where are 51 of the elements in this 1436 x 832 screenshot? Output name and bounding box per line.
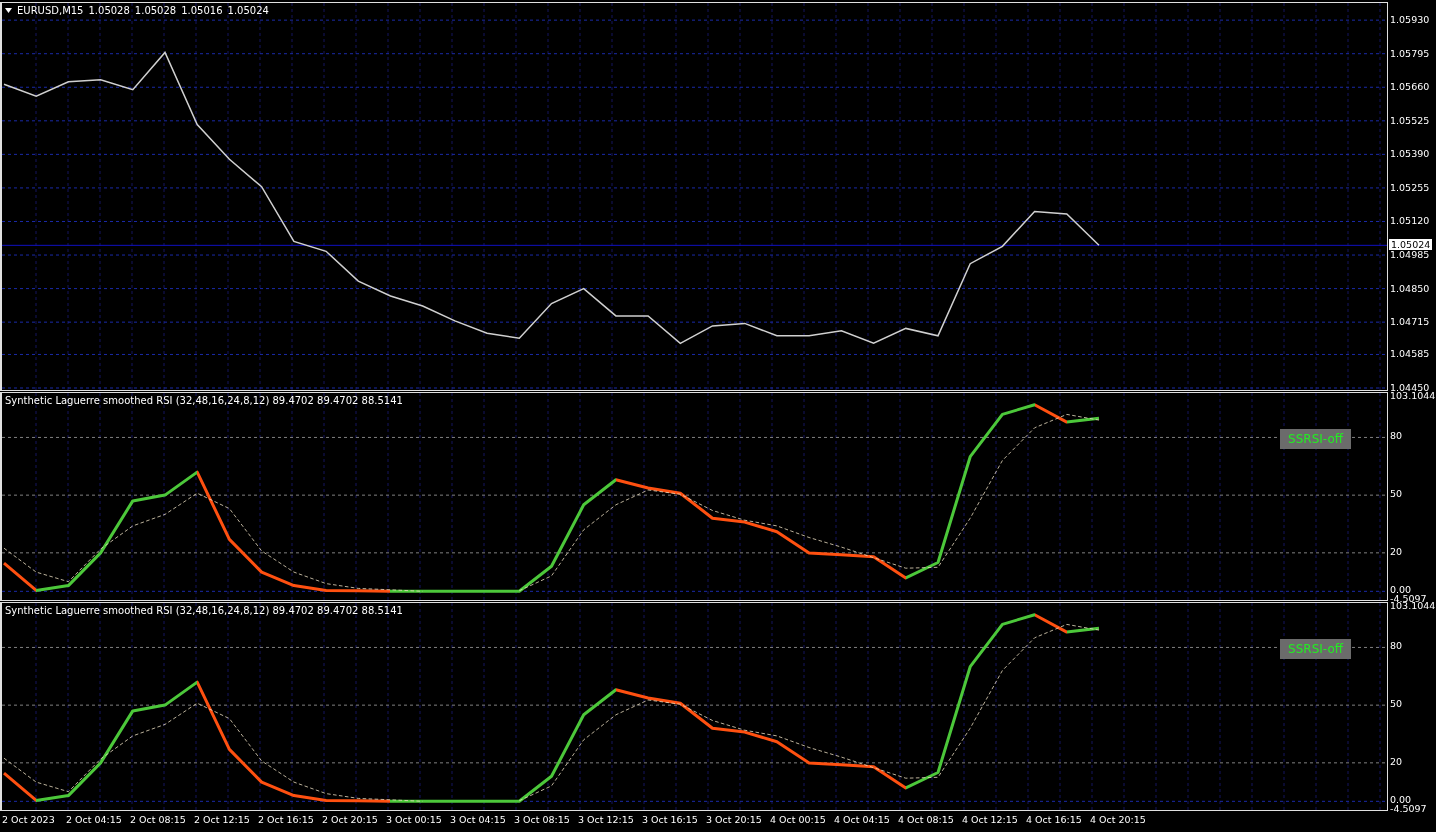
indicator-axis-label: 20 bbox=[1390, 756, 1403, 767]
indicator-axis-label: 0.00 bbox=[1390, 795, 1412, 806]
status-label: SSRSI-off bbox=[1280, 429, 1351, 449]
price-axis-label: 1.05120 bbox=[1390, 216, 1430, 227]
indicator-axis-label: -4.5097 bbox=[1390, 804, 1427, 814]
time-axis-label: 3 Oct 00:15 bbox=[386, 814, 442, 825]
indicator-title: Synthetic Laguerre smoothed RSI (32,48,16,24,8,12) 89.4702 89.4702 88.5141 bbox=[5, 395, 403, 406]
price-axis-label: 1.05660 bbox=[1390, 82, 1430, 93]
time-axis-label: 4 Oct 20:15 bbox=[1090, 814, 1146, 825]
price-axis-label: 1.04585 bbox=[1390, 349, 1430, 360]
ohlc-value: 1.05028 bbox=[88, 5, 130, 16]
ohlc-value: 1.05024 bbox=[227, 5, 269, 16]
time-axis-label: 2 Oct 04:15 bbox=[66, 814, 122, 825]
indicator-axis-label: 103.1044 bbox=[1390, 391, 1436, 401]
price-axis-label: 1.05525 bbox=[1390, 115, 1430, 126]
indicator-axis-label: 20 bbox=[1390, 546, 1403, 557]
indicator-title: Synthetic Laguerre smoothed RSI (32,48,16,24,8,12) 89.4702 89.4702 88.5141 bbox=[5, 605, 403, 616]
time-axis-label: 2 Oct 08:15 bbox=[130, 814, 186, 825]
time-axis-label: 2 Oct 16:15 bbox=[258, 814, 314, 825]
time-axis-label: 3 Oct 20:15 bbox=[706, 814, 762, 825]
indicator-axis-label: 80 bbox=[1390, 431, 1403, 442]
indicator-axis-label: 50 bbox=[1390, 489, 1403, 500]
time-axis-label: 4 Oct 04:15 bbox=[834, 814, 890, 825]
time-axis-label: 3 Oct 12:15 bbox=[578, 814, 634, 825]
indicator-axis-label: 103.1044 bbox=[1390, 601, 1436, 611]
time-axis-label: 4 Oct 08:15 bbox=[898, 814, 954, 825]
symbol-timeframe: EURUSD,M15 bbox=[17, 5, 84, 16]
price-axis-label: 1.04715 bbox=[1390, 317, 1430, 328]
current-price-label: 1.05024 bbox=[1389, 239, 1433, 251]
price-axis-label: 1.05930 bbox=[1390, 15, 1430, 26]
price-axis-label: 1.04985 bbox=[1390, 250, 1430, 261]
time-axis-label: 3 Oct 16:15 bbox=[642, 814, 698, 825]
price-axis-label: 1.05795 bbox=[1390, 48, 1430, 59]
indicator-axis-label: 50 bbox=[1390, 699, 1403, 710]
time-axis-label: 3 Oct 08:15 bbox=[514, 814, 570, 825]
time-axis-label: 4 Oct 12:15 bbox=[962, 814, 1018, 825]
ohlc-value: 1.05016 bbox=[181, 5, 223, 16]
ohlc-value: 1.05028 bbox=[134, 5, 177, 16]
time-axis-label: 3 Oct 04:15 bbox=[450, 814, 506, 825]
indicator-axis-label: 0.00 bbox=[1390, 585, 1412, 596]
time-axis-label: 2 Oct 12:15 bbox=[194, 814, 250, 825]
time-axis-label: 4 Oct 16:15 bbox=[1026, 814, 1082, 825]
price-axis-label: 1.04850 bbox=[1390, 283, 1430, 294]
dropdown-triangle-icon[interactable] bbox=[5, 8, 12, 13]
indicator-axis-label: 80 bbox=[1390, 641, 1403, 652]
time-axis-label: 2 Oct 2023 bbox=[2, 814, 55, 825]
time-axis-label: 2 Oct 20:15 bbox=[322, 814, 378, 825]
price-axis-label: 1.05255 bbox=[1390, 182, 1430, 193]
price-axis-label: 1.05390 bbox=[1390, 149, 1430, 160]
status-label: SSRSI-off bbox=[1280, 639, 1351, 659]
time-axis-label: 4 Oct 00:15 bbox=[770, 814, 826, 825]
